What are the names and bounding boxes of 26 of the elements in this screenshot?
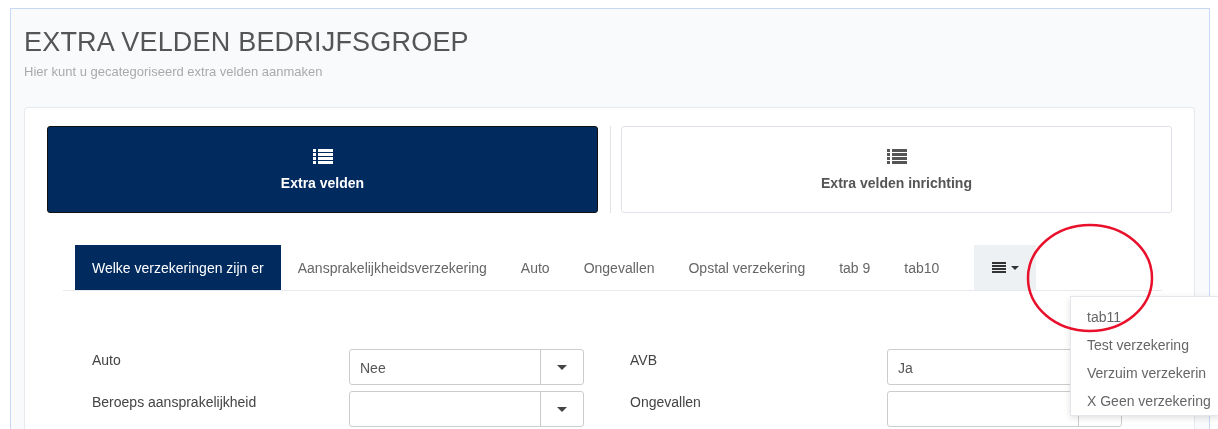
view-button[interactable]: Extra velden inrichting	[621, 126, 1172, 213]
view-button[interactable]: Extra velden	[47, 126, 598, 213]
menu-item[interactable]: tab11	[1071, 303, 1218, 331]
list-icon	[312, 148, 333, 165]
field-label: Auto	[92, 351, 122, 370]
page-title: EXTRA VELDEN BEDRIJFSGROEP	[24, 27, 470, 58]
field-label: Ongevallen	[630, 393, 702, 412]
select-field[interactable]	[349, 391, 584, 427]
caret-icon	[557, 364, 567, 370]
tab[interactable]: Auto	[503, 245, 567, 290]
select-field[interactable]: Nee	[349, 349, 584, 385]
tab[interactable]: tab 9	[822, 245, 888, 290]
tab[interactable]: Aansprakelijkheidsverzekering	[280, 245, 504, 290]
field-label: Beroeps aansprakelijkheid	[92, 393, 258, 412]
field-label: AVB	[630, 351, 658, 370]
caret-icon	[1010, 265, 1019, 270]
tab[interactable]: tab10	[887, 245, 957, 290]
tab[interactable]: Ongevallen	[566, 245, 672, 290]
tab[interactable]: Opstal verzekering	[671, 245, 823, 290]
tab[interactable]: Welke verzekeringen zijn er	[75, 245, 281, 290]
menu-item[interactable]: X Geen verzekering	[1071, 387, 1218, 415]
page-subtitle: Hier kunt u gecategoriseerd extra velden aanmaken	[24, 64, 324, 79]
caret-icon	[557, 406, 567, 412]
more-tabs-button[interactable]	[974, 245, 1037, 290]
list-icon	[886, 148, 907, 165]
menu-icon	[991, 262, 1006, 273]
